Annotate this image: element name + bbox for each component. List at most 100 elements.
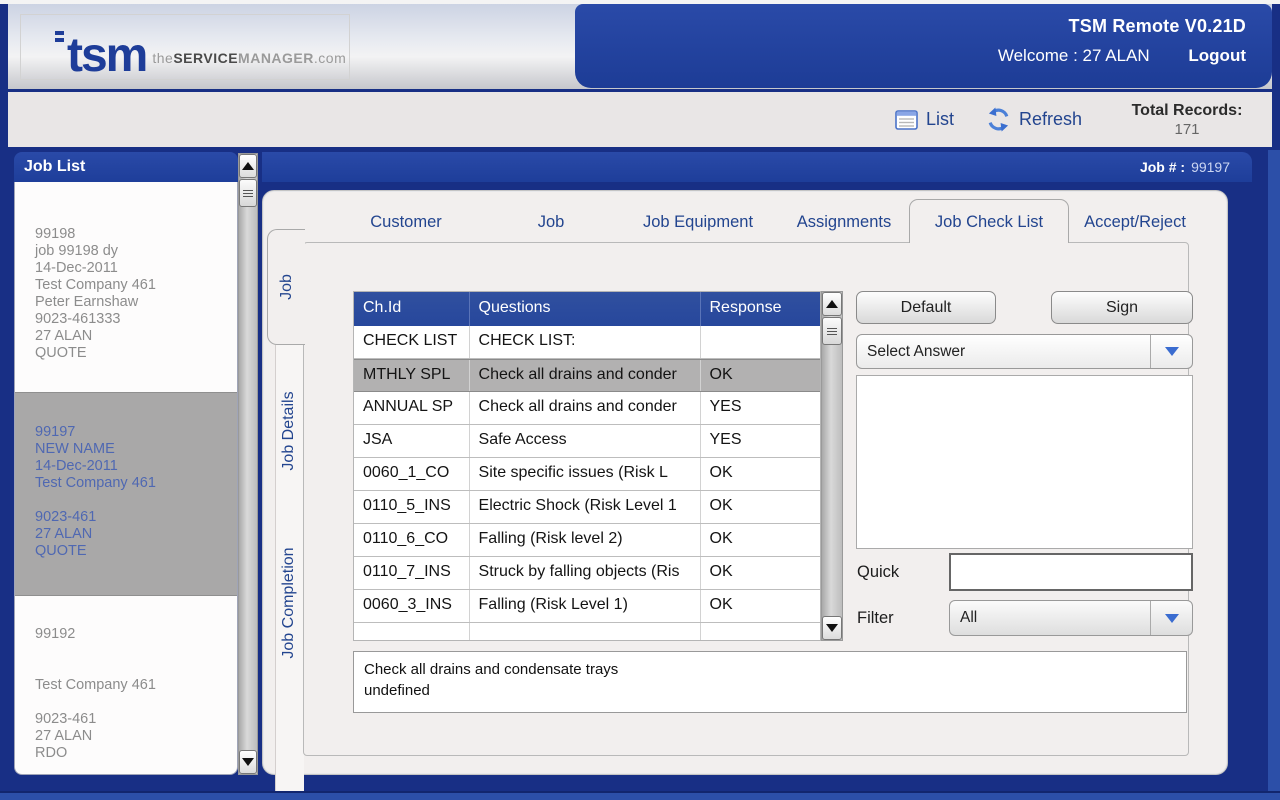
cell-response: OK	[701, 458, 821, 490]
scroll-down-button[interactable]	[239, 750, 257, 774]
cell-question: Check all drains and conder	[470, 360, 701, 391]
cell-question: Falling (Risk level 2)	[470, 524, 701, 556]
dropdown-arrow-segment[interactable]	[1150, 601, 1192, 635]
tab-job-check-list[interactable]: Job Check List	[935, 213, 1043, 232]
job-list-item[interactable]: 99198 job 99198 dy 14-Dec-2011 Test Comp…	[15, 182, 237, 392]
table-row[interactable]: 0110_5_INSElectric Shock (Risk Level 1OK	[354, 491, 820, 524]
total-records-value: 171	[1112, 120, 1262, 139]
job-number-label: Job # :	[1140, 159, 1185, 175]
session-panel: TSM Remote V0.21D Welcome : 27 ALAN Logo…	[575, 4, 1272, 88]
vtab-job[interactable]: Job	[267, 229, 305, 345]
default-button[interactable]: Default	[856, 291, 996, 324]
scroll-up-button[interactable]	[822, 292, 842, 316]
cell-question: Electric Shock (Risk Level 1	[470, 491, 701, 523]
cell-question: Falling (Risk Level 1)	[470, 590, 701, 622]
checklist-table: Ch.Id Questions Response CHECK LISTCHECK…	[353, 291, 821, 641]
logout-button[interactable]: Logout	[1188, 46, 1246, 65]
column-header-question[interactable]: Questions	[470, 292, 701, 326]
tab-job-equipment[interactable]: Job Equipment	[643, 213, 753, 232]
scrollbar-thumb[interactable]	[239, 179, 257, 207]
quick-label: Quick	[857, 563, 899, 582]
table-scrollbar[interactable]	[821, 291, 843, 641]
cell-chid: 0110_6_CO	[354, 524, 470, 556]
cell-question: Safe Access	[470, 425, 701, 457]
arrow-down-icon	[242, 758, 254, 766]
table-row[interactable]: 0060_3_INSFalling (Risk Level 1)OK	[354, 590, 820, 623]
arrow-up-icon	[826, 300, 838, 308]
tab-assignments[interactable]: Assignments	[797, 213, 891, 232]
table-row[interactable]	[354, 623, 820, 641]
list-label: List	[926, 109, 954, 130]
job-number-bar: Job # :99197	[262, 152, 1252, 182]
table-row-selected[interactable]: MTHLY SPLCheck all drains and conderOK	[354, 359, 820, 392]
cell-question: CHECK LIST:	[470, 326, 701, 358]
sign-button[interactable]: Sign	[1051, 291, 1193, 324]
table-row[interactable]: CHECK LISTCHECK LIST:	[354, 326, 820, 359]
arrow-down-icon	[826, 624, 838, 632]
logo-domain-text: theSERVICEMANAGER.com	[152, 50, 346, 66]
arrow-up-icon	[242, 162, 254, 170]
window-bottom-border	[0, 791, 1280, 800]
sidebar-scrollbar[interactable]	[238, 153, 258, 775]
cell-question	[470, 623, 701, 641]
tab-accept-reject[interactable]: Accept/Reject	[1084, 213, 1186, 232]
dropdown-arrow-segment[interactable]	[1150, 335, 1192, 368]
table-row[interactable]: 0060_1_COSite specific issues (Risk LOK	[354, 458, 820, 491]
refresh-label: Refresh	[1019, 109, 1082, 130]
refresh-icon	[986, 107, 1011, 132]
scroll-up-button[interactable]	[239, 154, 257, 178]
tab-job[interactable]: Job	[538, 213, 565, 232]
cell-chid: CHECK LIST	[354, 326, 470, 358]
table-row[interactable]: 0110_6_COFalling (Risk level 2)OK	[354, 524, 820, 557]
filter-label: Filter	[857, 609, 894, 628]
cell-question: Site specific issues (Risk L	[470, 458, 701, 490]
scroll-down-button[interactable]	[822, 616, 842, 640]
job-list-sidebar: Job List 99198 job 99198 dy 14-Dec-2011 …	[14, 152, 238, 775]
job-list: 99198 job 99198 dy 14-Dec-2011 Test Comp…	[14, 182, 238, 775]
toolbar: List Refresh Total Records: 171	[8, 92, 1272, 147]
table-row[interactable]: 0110_7_INSStruck by falling objects (Ris…	[354, 557, 820, 590]
cell-response: OK	[701, 590, 821, 622]
tab-customer[interactable]: Customer	[370, 213, 442, 232]
column-header-chid[interactable]: Ch.Id	[354, 292, 470, 326]
answer-notes-box[interactable]	[856, 375, 1193, 549]
table-row[interactable]: JSASafe AccessYES	[354, 425, 820, 458]
cell-chid: 0060_3_INS	[354, 590, 470, 622]
filter-value: All	[950, 609, 1150, 627]
scrollbar-thumb[interactable]	[822, 317, 842, 345]
select-answer-dropdown[interactable]: Select Answer	[856, 334, 1193, 369]
cell-response: YES	[701, 392, 821, 424]
logo-the: the	[152, 50, 173, 66]
tsm-logo-mark-icon	[55, 31, 64, 45]
job-panel: Customer Job Job Equipment Assignments J…	[262, 190, 1228, 775]
main-region: Job List 99198 job 99198 dy 14-Dec-2011 …	[0, 152, 1280, 788]
app-header: tsm theSERVICEMANAGER.com TSM Remote V0.…	[8, 4, 1272, 89]
column-header-response[interactable]: Response	[701, 292, 821, 326]
vtab-job-completion[interactable]: Job Completion	[280, 547, 298, 658]
refresh-button[interactable]: Refresh	[986, 107, 1082, 132]
select-answer-value: Select Answer	[857, 343, 1150, 361]
logo-service: SERVICE	[173, 50, 238, 66]
cell-chid	[354, 623, 470, 641]
job-list-item-selected[interactable]: 99197 NEW NAME 14-Dec-2011 Test Company …	[15, 392, 237, 596]
cell-chid: MTHLY SPL	[354, 360, 470, 391]
tsm-logo: tsm theSERVICEMANAGER.com	[20, 14, 350, 80]
table-row[interactable]: ANNUAL SPCheck all drains and conderYES	[354, 392, 820, 425]
quick-input[interactable]	[949, 553, 1193, 591]
cell-question: Check all drains and conder	[470, 392, 701, 424]
job-detail-column: Job # :99197 Customer Job Job Equipment …	[262, 152, 1252, 788]
checklist-table-header: Ch.Id Questions Response	[354, 292, 820, 326]
list-button[interactable]: List	[895, 109, 954, 130]
vtab-job-label: Job	[277, 274, 295, 300]
logo-tsm-text: tsm	[67, 37, 146, 75]
filter-dropdown[interactable]: All	[949, 600, 1193, 636]
vtab-job-details[interactable]: Job Details	[280, 391, 298, 470]
cell-response: OK	[701, 557, 821, 589]
job-list-title: Job List	[14, 152, 238, 182]
total-records: Total Records: 171	[1112, 101, 1262, 139]
cell-response: OK	[701, 360, 821, 391]
logo-com: .com	[314, 50, 346, 66]
cell-response: OK	[701, 524, 821, 556]
job-list-item[interactable]: 99192 Test Company 461 9023-461 27 ALAN …	[15, 596, 237, 774]
cell-response: OK	[701, 491, 821, 523]
